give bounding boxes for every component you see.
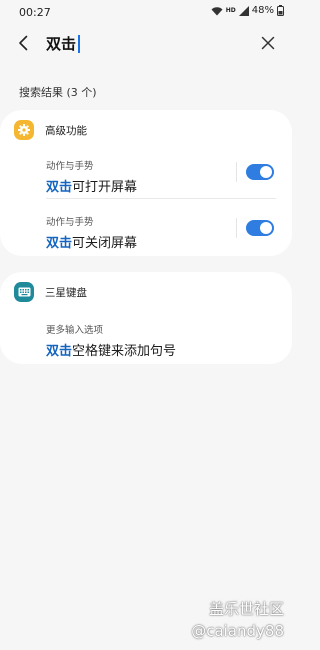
watermark-line1: 盖乐世社区 <box>208 600 284 618</box>
item-title-rest: 可打开屏幕 <box>72 180 138 195</box>
watermark-line2: @caiandy88 <box>191 622 284 640</box>
group-title: 三星键盘 <box>45 286 87 299</box>
result-group-advanced-features: 高级功能 动作与手势 双击可打开屏幕 动作与手势 双击可关闭屏幕 <box>0 110 292 256</box>
item-category: 更多输入选项 <box>46 325 104 336</box>
watermark: 盖乐世社区 @caiandy88 <box>191 598 284 642</box>
status-icons: HD 48% <box>211 5 284 16</box>
divider <box>46 198 276 199</box>
back-arrow-icon <box>19 35 28 51</box>
item-title-rest: 可关闭屏幕 <box>72 236 138 251</box>
clear-search-button[interactable] <box>258 33 278 53</box>
close-icon <box>261 36 275 50</box>
status-time: 00:27 <box>19 6 51 19</box>
item-title: 双击空格键来添加句号 <box>46 340 292 359</box>
search-input[interactable]: 双击 <box>46 33 80 54</box>
group-header: 高级功能 <box>14 120 87 140</box>
group-header: 三星键盘 <box>14 282 87 302</box>
battery-icon <box>277 5 284 16</box>
item-highlight: 双击 <box>46 236 73 251</box>
keyboard-icon <box>14 282 34 302</box>
toggle-knob <box>260 222 272 234</box>
text-caret <box>78 34 80 53</box>
result-item-double-tap-space-period[interactable]: 更多输入选项 双击空格键来添加句号 <box>46 322 292 359</box>
divider-vertical <box>236 218 237 238</box>
signal-icon <box>238 5 249 16</box>
search-query: 双击 <box>46 35 77 53</box>
toggle-double-tap-wake[interactable] <box>246 164 274 180</box>
wifi-icon <box>211 6 223 16</box>
item-highlight: 双击 <box>46 344 73 359</box>
results-count-header: 搜索结果 (3 个) <box>19 86 97 99</box>
status-bar: 00:27 HD 48% <box>0 0 292 24</box>
item-highlight: 双击 <box>46 180 73 195</box>
toggle-knob <box>260 166 272 178</box>
back-button[interactable] <box>14 33 34 53</box>
gear-icon <box>14 120 34 140</box>
battery-text: 48% <box>251 5 274 16</box>
result-group-samsung-keyboard: 三星键盘 更多输入选项 双击空格键来添加句号 <box>0 272 292 364</box>
group-title: 高级功能 <box>45 124 87 137</box>
divider-vertical <box>236 162 237 182</box>
search-bar: 双击 <box>0 28 292 58</box>
toggle-double-tap-sleep[interactable] <box>246 220 274 236</box>
hd-label: HD <box>225 7 236 14</box>
item-title-rest: 空格键来添加句号 <box>72 344 177 359</box>
